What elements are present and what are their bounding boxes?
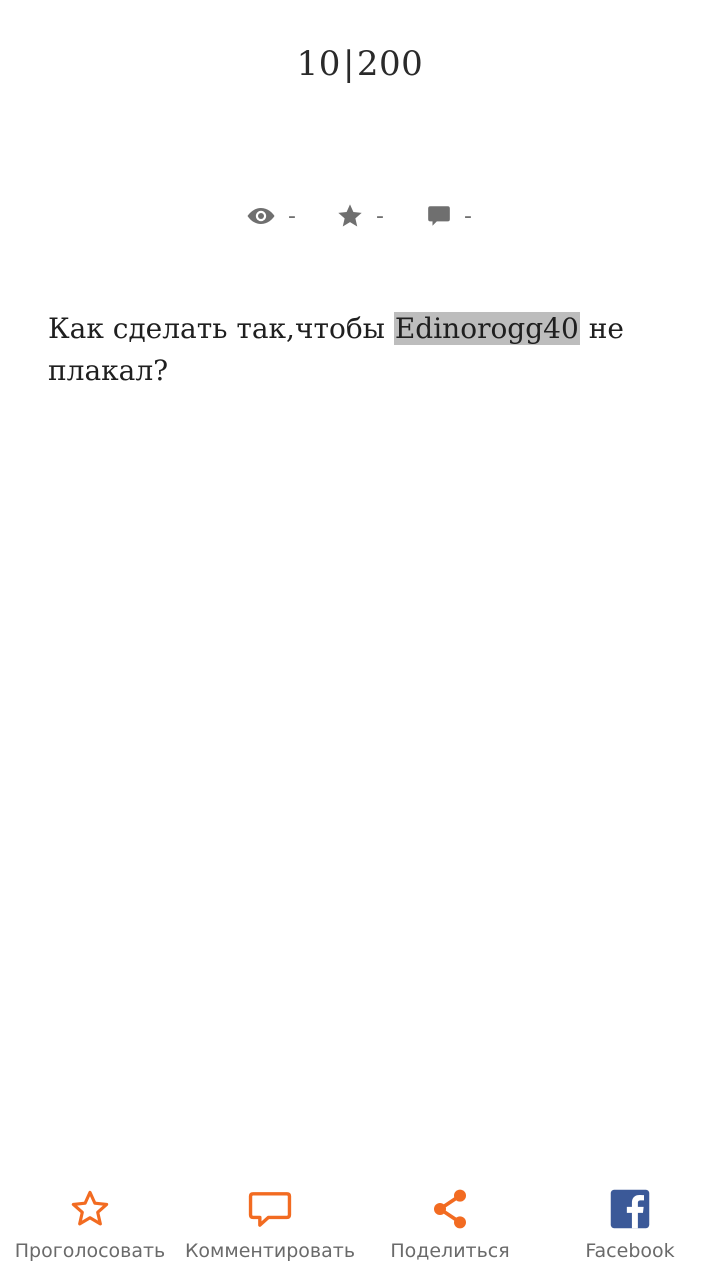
comments-count: - <box>464 203 472 229</box>
comment-label: Комментировать <box>184 1240 356 1262</box>
rating-stat: - <box>336 198 384 234</box>
comment-icon <box>248 1184 292 1234</box>
views-count: - <box>288 203 296 229</box>
facebook-icon <box>609 1184 651 1234</box>
total-pages: 200 <box>356 44 424 84</box>
facebook-button[interactable]: Facebook <box>540 1180 720 1280</box>
action-bar: Проголосовать Комментировать Поделиться <box>0 1180 720 1280</box>
story-stats: - - - <box>0 198 720 234</box>
views-stat: - <box>246 198 296 234</box>
eye-icon <box>246 205 276 227</box>
star-outline-icon <box>69 1184 111 1234</box>
comment-button[interactable]: Комментировать <box>180 1180 360 1280</box>
story-text: Как сделать так,чтобы Edinorogg40 не пла… <box>48 308 668 392</box>
rating-count: - <box>376 203 384 229</box>
page-separator: | <box>342 44 355 84</box>
share-icon <box>430 1184 470 1234</box>
vote-button[interactable]: Проголосовать <box>0 1180 180 1280</box>
page-counter: 10|200 <box>0 44 720 84</box>
comment-bubble-icon <box>426 203 452 229</box>
share-button[interactable]: Поделиться <box>360 1180 540 1280</box>
story-text-before: Как сделать так,чтобы <box>48 312 394 345</box>
facebook-label: Facebook <box>585 1240 675 1262</box>
vote-label: Проголосовать <box>14 1240 166 1262</box>
comments-stat: - <box>426 198 472 234</box>
star-icon <box>336 202 364 230</box>
current-page: 10 <box>296 44 341 84</box>
user-mention[interactable]: Edinorogg40 <box>393 312 580 345</box>
share-label: Поделиться <box>390 1240 510 1262</box>
